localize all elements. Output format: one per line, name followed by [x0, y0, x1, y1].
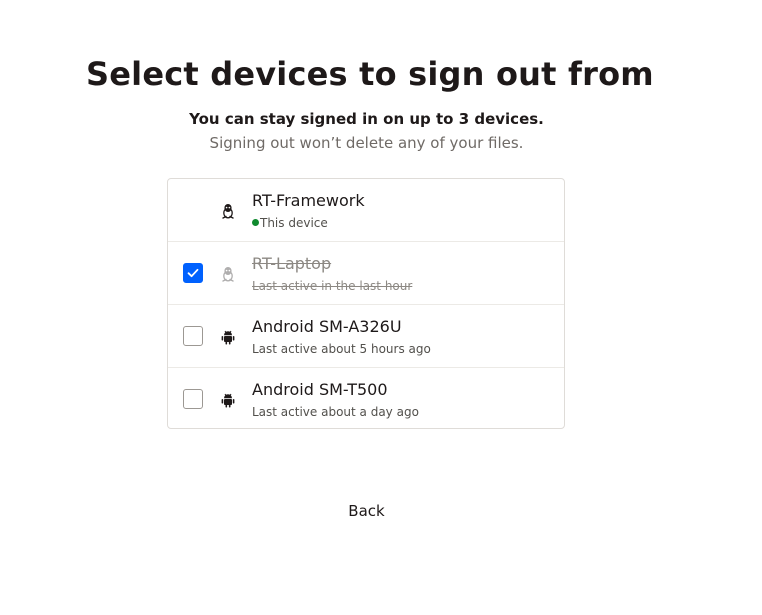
online-status-dot	[252, 219, 259, 226]
device-status: Last active about 5 hours ago	[252, 342, 431, 356]
device-checkbox-android-sm-t500[interactable]	[183, 389, 203, 409]
device-checkbox-android-sm-a326u[interactable]	[183, 326, 203, 346]
device-name: Android SM-T500	[252, 380, 388, 399]
device-row-rt-framework: RT-Framework This device	[168, 179, 564, 242]
device-row-android-sm-a326u[interactable]: Android SM-A326U Last active about 5 hou…	[168, 305, 564, 368]
device-name: RT-Laptop	[252, 254, 332, 273]
device-limit-subtitle: You can stay signed in on up to 3 device…	[189, 110, 544, 128]
linux-icon	[220, 203, 236, 219]
device-list: RT-Framework This device RT-Laptop Last …	[167, 178, 565, 429]
device-name: RT-Framework	[252, 191, 365, 210]
back-button[interactable]: Back	[0, 500, 733, 522]
files-note: Signing out won’t delete any of your fil…	[209, 134, 524, 152]
device-name: Android SM-A326U	[252, 317, 402, 336]
device-status: This device	[252, 215, 328, 231]
device-checkbox-rt-laptop[interactable]	[183, 263, 203, 283]
android-icon	[220, 329, 236, 345]
page-title: Select devices to sign out from	[86, 55, 654, 93]
device-status: Last active in the last hour	[252, 279, 413, 293]
linux-icon	[220, 266, 236, 282]
device-status: Last active about a day ago	[252, 405, 419, 419]
android-icon	[220, 392, 236, 408]
this-device-label: This device	[260, 216, 328, 230]
device-row-android-sm-t500[interactable]: Android SM-T500 Last active about a day …	[168, 368, 564, 431]
device-row-rt-laptop[interactable]: RT-Laptop Last active in the last hour	[168, 242, 564, 305]
